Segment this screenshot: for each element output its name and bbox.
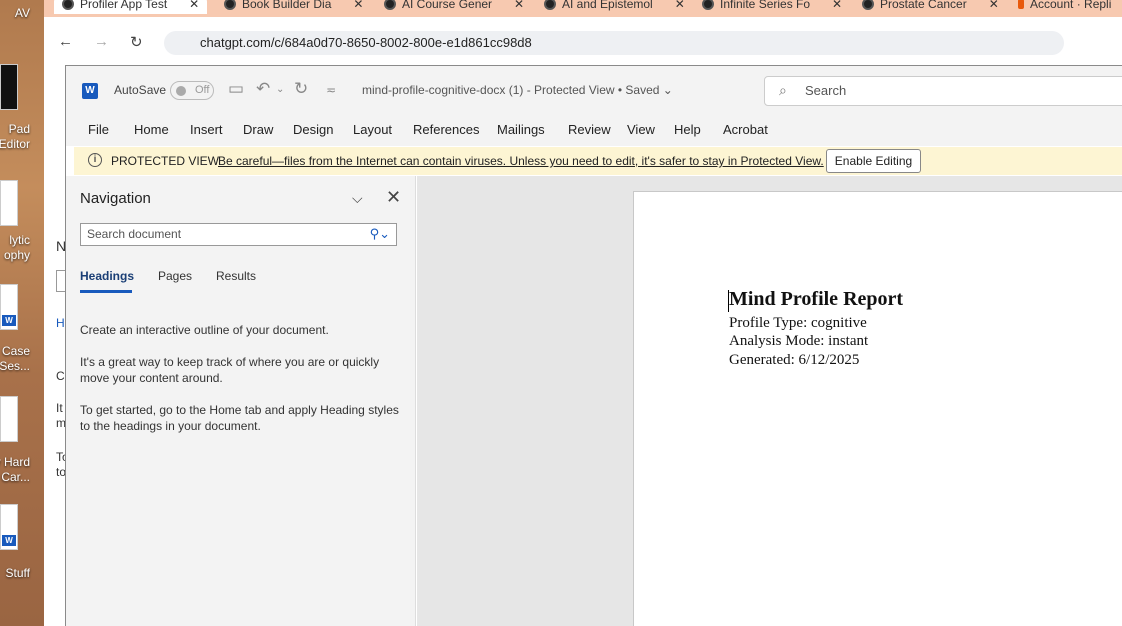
word-logo-icon: W — [82, 83, 98, 99]
ribbon-tabs: File Home Insert Draw Design Layout Refe… — [66, 114, 1122, 146]
tab-references[interactable]: References — [413, 122, 479, 137]
enable-editing-button[interactable]: Enable Editing — [826, 149, 921, 173]
chevron-down-icon[interactable]: ⌵ — [352, 190, 363, 207]
desktop-label[interactable]: a Case Ses... — [0, 344, 30, 374]
chatgpt-icon — [224, 0, 236, 10]
protected-view-title: PROTECTED VIEW — [111, 154, 220, 168]
browser-toolbar: ← → ↻ chatgpt.com/c/684a0d70-8650-8002-8… — [44, 17, 1122, 65]
word-doc-icon[interactable]: W — [0, 284, 18, 330]
undo-icon[interactable]: ↶ — [256, 79, 270, 99]
browser-tab[interactable]: AI Course Gener ✕ — [376, 0, 532, 14]
tab-view[interactable]: View — [627, 122, 655, 137]
close-icon[interactable]: ✕ — [514, 0, 524, 11]
close-icon[interactable]: ✕ — [989, 0, 999, 11]
address-bar[interactable]: chatgpt.com/c/684a0d70-8650-8002-800e-e1… — [164, 31, 1064, 55]
text-doc-icon[interactable] — [0, 396, 18, 442]
tab-mailings[interactable]: Mailings — [497, 122, 545, 137]
desktop-label[interactable]: Stuff — [6, 566, 30, 581]
document-line[interactable]: Generated: 6/12/2025 — [729, 352, 859, 369]
nav-help-text: Create an interactive outline of your do… — [80, 323, 329, 337]
notepad-icon[interactable] — [0, 64, 18, 110]
customize-toolbar-icon[interactable]: ≂ — [326, 83, 336, 97]
browser-tab[interactable]: Infinite Series Fo ✕ — [694, 0, 850, 14]
protected-view-message[interactable]: Be careful—files from the Internet can c… — [218, 154, 824, 168]
close-icon[interactable]: ✕ — [832, 0, 842, 11]
navigation-title: Navigation — [80, 190, 151, 207]
tab-layout[interactable]: Layout — [353, 122, 392, 137]
browser-tab[interactable]: Profiler App Test ✕ — [54, 0, 208, 14]
document-line[interactable]: Analysis Mode: instant — [729, 333, 868, 350]
tab-headings[interactable]: Headings — [80, 269, 134, 283]
navigation-pane: Navigation ⌵ ✕ Search document ⚲⌄ Headin… — [66, 176, 416, 626]
browser-tab[interactable]: AI and Epistemol ✕ — [536, 0, 693, 14]
autosave-toggle[interactable]: Off — [170, 81, 214, 100]
nav-help-text: It's a great way to keep track of where … — [80, 355, 380, 385]
document-icon[interactable] — [0, 180, 18, 226]
tab-acrobat[interactable]: Acrobat — [723, 122, 768, 137]
replit-icon — [1018, 0, 1024, 9]
tab-home[interactable]: Home — [134, 122, 169, 137]
search-icon: ⌕ — [779, 82, 787, 98]
browser-side-letter: It — [56, 401, 63, 415]
browser-tab[interactable]: Prostate Cancer ✕ — [854, 0, 1007, 14]
protected-view-bar: i PROTECTED VIEW Be careful—files from t… — [74, 147, 1122, 175]
nav-help-text: To get started, go to the Home tab and a… — [80, 403, 399, 433]
tab-review[interactable]: Review — [568, 122, 611, 137]
chevron-down-icon: ⌄ — [662, 83, 673, 97]
document-line[interactable]: Profile Type: cognitive — [729, 315, 867, 332]
document-page[interactable]: Mind Profile Report Profile Type: cognit… — [633, 191, 1122, 626]
tab-results[interactable]: Results — [216, 269, 256, 283]
browser-tab[interactable]: Book Builder Dia ✕ — [216, 0, 371, 14]
desktop-label[interactable]: lytic ophy — [4, 233, 30, 263]
chevron-down-icon[interactable]: ⌄ — [276, 84, 284, 95]
close-icon[interactable]: ✕ — [353, 0, 363, 11]
chatgpt-icon — [862, 0, 874, 10]
desktop-label[interactable]: Pad Editor — [0, 122, 30, 152]
chatgpt-icon — [702, 0, 714, 10]
back-icon[interactable]: ← — [58, 33, 73, 50]
chatgpt-icon — [544, 0, 556, 10]
close-icon[interactable]: ✕ — [675, 0, 685, 11]
browser-tab-strip: Profiler App Test ✕ Book Builder Dia ✕ AI … — [44, 0, 1122, 17]
save-icon[interactable]: ▭ — [228, 79, 244, 99]
chatgpt-icon — [62, 0, 74, 10]
autosave-label: AutoSave — [114, 83, 167, 97]
toggle-knob — [176, 86, 186, 96]
search-document-input[interactable]: Search document ⚲⌄ — [80, 223, 397, 246]
search-icon[interactable]: ⚲⌄ — [370, 226, 390, 242]
browser-side-letter: H — [56, 316, 65, 330]
reload-icon[interactable]: ↻ — [130, 33, 143, 51]
close-icon[interactable]: ✕ — [189, 0, 199, 11]
chatgpt-icon — [384, 0, 396, 10]
redo-icon[interactable]: ↻ — [294, 79, 308, 99]
tab-file[interactable]: File — [88, 122, 109, 137]
desktop-background: AV Pad Editor lytic ophy W a Case Ses...… — [0, 0, 44, 626]
search-input[interactable]: ⌕ Search — [764, 76, 1122, 106]
forward-icon[interactable]: → — [94, 33, 109, 50]
word-doc-icon[interactable]: W — [0, 504, 18, 550]
document-canvas: Mind Profile Report Profile Type: cognit… — [417, 176, 1122, 626]
desktop-label[interactable]: y Hard Car... — [0, 455, 30, 485]
document-heading[interactable]: Mind Profile Report — [729, 288, 903, 311]
word-window: W AutoSave Off ▭ ↶ ⌄ ↻ ≂ mind-profile-co… — [65, 65, 1122, 626]
info-icon: i — [88, 153, 102, 167]
tab-pages[interactable]: Pages — [158, 269, 192, 283]
active-tab-indicator — [80, 290, 132, 293]
word-titlebar: W AutoSave Off ▭ ↶ ⌄ ↻ ≂ mind-profile-co… — [66, 66, 1122, 114]
document-title[interactable]: mind-profile-cognitive-docx (1) - Protec… — [362, 83, 673, 97]
tab-draw[interactable]: Draw — [243, 122, 273, 137]
tab-help[interactable]: Help — [674, 122, 701, 137]
tab-insert[interactable]: Insert — [190, 122, 223, 137]
browser-tab[interactable]: Account · Repli — [1010, 0, 1119, 14]
browser-side-letter: C — [56, 369, 65, 383]
close-icon[interactable]: ✕ — [386, 187, 401, 208]
tab-design[interactable]: Design — [293, 122, 333, 137]
desktop-label: AV — [14, 6, 30, 20]
